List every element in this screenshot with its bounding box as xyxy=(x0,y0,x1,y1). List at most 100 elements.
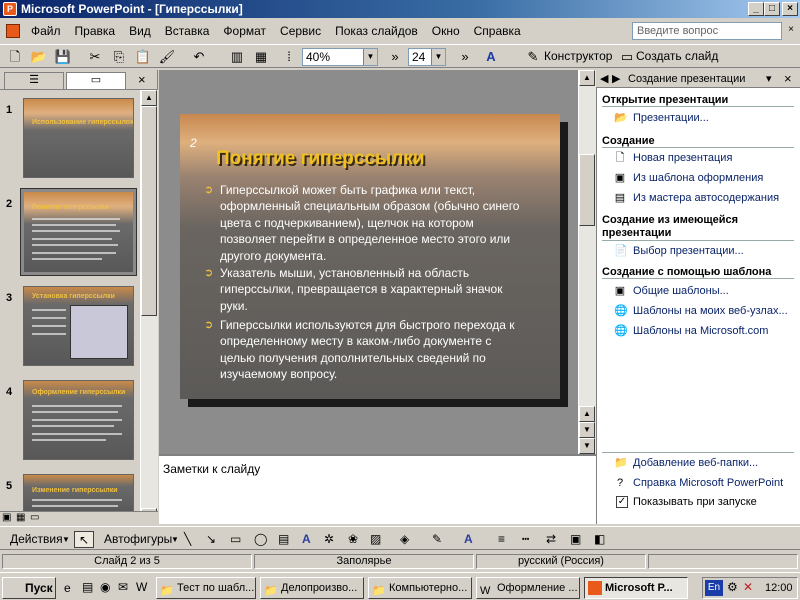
arrow-icon[interactable]: ↘ xyxy=(206,531,216,548)
help-search-input[interactable]: Введите вопрос xyxy=(632,22,782,40)
new-slide-button[interactable]: Создать слайд xyxy=(636,49,718,63)
chevron-down-icon[interactable]: ▾ xyxy=(766,72,772,85)
shadow-icon[interactable]: ▣ xyxy=(570,531,581,548)
slide-thumbnail[interactable]: Использование гиперссылок xyxy=(23,98,134,178)
current-slide[interactable]: 2 Понятие гиперссылки ➲ Гиперссылкой мож… xyxy=(180,114,560,399)
format-painter-icon[interactable]: 🖌 xyxy=(158,48,176,66)
slide-scrollbar[interactable]: ▲ ▲ ▼ ▼ xyxy=(578,70,596,454)
media-icon[interactable]: ◉ xyxy=(100,580,110,594)
slide-bullet[interactable]: ➲ Указатель мыши, установленный на облас… xyxy=(204,265,524,314)
normal-view-icon[interactable]: ▣ xyxy=(2,512,11,523)
previous-slide-icon[interactable]: ▲ xyxy=(579,406,595,422)
link-add-web-folder[interactable]: Добавление веб-папки... xyxy=(633,457,758,469)
menu-view[interactable]: Вид xyxy=(122,24,158,38)
scroll-up-icon[interactable]: ▲ xyxy=(141,90,157,106)
task-button[interactable]: 📁 Компьютерно... xyxy=(368,577,472,599)
new-slide-icon[interactable]: ▭ xyxy=(618,48,636,66)
scroll-up-icon[interactable]: ▲ xyxy=(579,70,595,86)
scroll-down-icon[interactable]: ▼ xyxy=(579,438,595,454)
task-button[interactable]: 📁 Тест по шабл... xyxy=(156,577,256,599)
autoshapes-menu[interactable]: Автофигуры xyxy=(104,531,172,548)
chevron-down-icon[interactable]: ▼ xyxy=(62,531,70,548)
link-help[interactable]: Справка Microsoft PowerPoint xyxy=(633,477,783,489)
next-slide-icon[interactable]: ▼ xyxy=(579,422,595,438)
language-indicator[interactable]: En xyxy=(705,580,723,596)
menu-slideshow[interactable]: Показ слайдов xyxy=(328,24,425,38)
link-general-templates[interactable]: Общие шаблоны... xyxy=(633,285,729,297)
chevron-down-icon[interactable]: ▼ xyxy=(363,49,377,65)
chevron-down-icon[interactable]: ▼ xyxy=(431,49,445,65)
document-icon[interactable] xyxy=(6,24,20,38)
copy-icon[interactable]: ⎘ xyxy=(110,48,128,66)
scroll-thumb[interactable] xyxy=(141,106,157,316)
slide-thumbnail[interactable]: Установка гиперссылки xyxy=(23,286,134,366)
forward-icon[interactable]: ▶ xyxy=(612,72,620,85)
slide-bullet[interactable]: ➲ Гиперссылкой может быть графика или те… xyxy=(204,182,524,264)
slide-thumbnail[interactable]: Оформление гиперссылки xyxy=(23,380,134,460)
textbox-icon[interactable]: ▤ xyxy=(278,531,289,548)
powerpoint-icon[interactable]: P xyxy=(3,2,17,16)
zoom-combo[interactable]: 40% ▼ xyxy=(302,48,378,66)
task-button-active[interactable]: Microsoft P... xyxy=(584,577,688,599)
menu-window[interactable]: Окно xyxy=(425,24,467,38)
undo-icon[interactable]: ↶ xyxy=(190,48,208,66)
show-desktop-icon[interactable]: ▤ xyxy=(82,580,93,594)
task-button[interactable]: W Оформление ... xyxy=(476,577,580,599)
link-from-template[interactable]: Из шаблона оформления xyxy=(633,172,763,184)
cut-icon[interactable]: ✂ xyxy=(86,48,104,66)
minimize-button[interactable]: _ xyxy=(748,2,764,16)
task-button[interactable]: 📁 Делопроизво... xyxy=(260,577,364,599)
3d-icon[interactable]: ◧ xyxy=(594,531,605,548)
tray-app-icon[interactable]: ⚙ xyxy=(727,580,738,594)
oval-icon[interactable]: ◯ xyxy=(254,531,267,548)
word-icon[interactable]: W xyxy=(136,580,147,594)
slide-bullet[interactable]: ➲ Гиперссылки используются для быстрого … xyxy=(204,317,524,383)
link-autocontent-wizard[interactable]: Из мастера автосодержания xyxy=(633,192,779,204)
grid-icon[interactable]: ⁞ xyxy=(280,48,298,66)
maximize-button[interactable]: □ xyxy=(764,2,780,16)
menu-help[interactable]: Справка xyxy=(467,24,528,38)
wordart-icon[interactable]: A xyxy=(302,531,311,548)
actions-menu[interactable]: Действия xyxy=(10,531,63,548)
link-presentations[interactable]: Презентации... xyxy=(633,112,709,124)
slides-scrollbar[interactable]: ▲ ▼ xyxy=(140,90,158,524)
slideshow-view-icon[interactable]: ▭ xyxy=(30,512,39,523)
save-icon[interactable]: 💾 xyxy=(54,48,72,66)
clipart-icon[interactable]: ❀ xyxy=(348,531,358,548)
start-button[interactable]: Пуск xyxy=(2,577,56,599)
new-document-icon[interactable]: 🗋 xyxy=(6,48,24,66)
close-icon[interactable]: × xyxy=(784,71,792,86)
slide-thumbnail-selected[interactable]: Понятие гиперссылки xyxy=(20,188,137,276)
link-microsoft-templates[interactable]: Шаблоны на Microsoft.com xyxy=(633,325,768,337)
line-color-icon[interactable]: ✎ xyxy=(432,531,442,548)
more-buttons-icon[interactable]: » xyxy=(456,48,474,66)
sorter-view-icon[interactable]: ▦ xyxy=(16,512,25,523)
close-icon[interactable]: × xyxy=(138,72,146,87)
open-folder-icon[interactable]: 📂 xyxy=(30,48,48,66)
dash-style-icon[interactable]: ┅ xyxy=(522,531,529,548)
link-web-templates[interactable]: Шаблоны на моих веб-узлах... xyxy=(633,305,788,317)
designer-button[interactable]: Конструктор xyxy=(544,49,612,63)
chart-icon[interactable]: ▥ xyxy=(228,48,246,66)
menu-file[interactable]: Файл xyxy=(24,24,68,38)
doc-close-icon[interactable]: × xyxy=(784,24,798,37)
arrow-style-icon[interactable]: ⇄ xyxy=(546,531,556,548)
line-style-icon[interactable]: ≡ xyxy=(498,531,505,548)
scroll-thumb[interactable] xyxy=(579,154,595,226)
antivirus-icon[interactable]: ✕ xyxy=(743,580,753,594)
close-button[interactable]: × xyxy=(782,2,798,16)
picture-icon[interactable]: ▨ xyxy=(370,531,381,548)
menu-insert[interactable]: Вставка xyxy=(158,24,217,38)
menu-edit[interactable]: Правка xyxy=(68,24,123,38)
font-color-icon[interactable]: A xyxy=(464,531,473,548)
slide-title[interactable]: Понятие гиперссылки xyxy=(216,148,425,170)
notes-pane[interactable]: Заметки к слайду xyxy=(159,454,596,524)
diagram-icon[interactable]: ✲ xyxy=(324,531,334,548)
menu-format[interactable]: Формат xyxy=(216,24,273,38)
table-icon[interactable]: ▦ xyxy=(252,48,270,66)
font-color-icon[interactable]: A xyxy=(482,48,500,66)
tab-slides[interactable]: ▭ xyxy=(66,72,126,89)
chevron-down-icon[interactable]: ▼ xyxy=(171,531,179,548)
design-icon[interactable]: ✎ xyxy=(524,48,542,66)
outlook-icon[interactable]: ✉ xyxy=(118,580,128,594)
